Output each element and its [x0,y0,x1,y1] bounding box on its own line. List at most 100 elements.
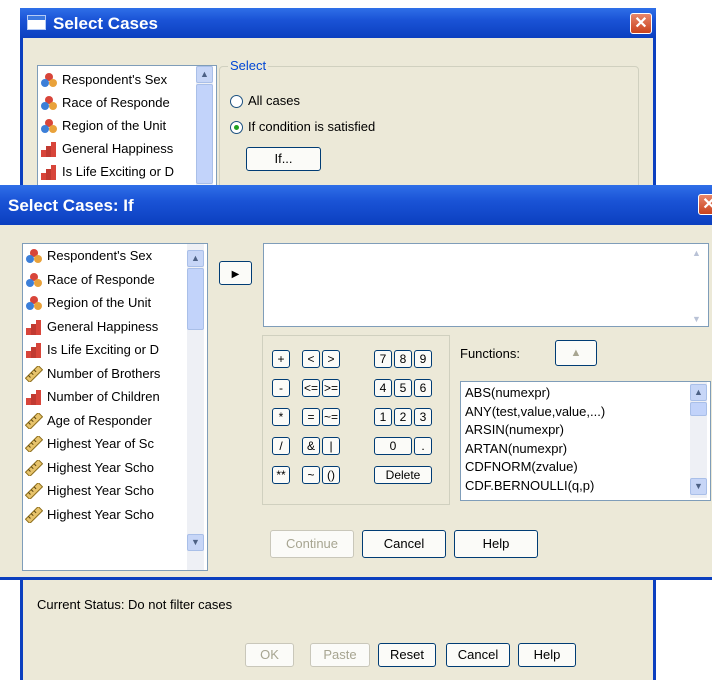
scroll-thumb[interactable] [187,268,204,330]
continue-button[interactable]: Continue [270,530,354,558]
variable-label: Is Life Exciting or D [62,164,174,179]
expression-scrollbar[interactable]: ▲ ▼ [690,248,706,324]
function-item[interactable]: CDF.BERNOULLI(q,p) [465,478,594,493]
keypad-key[interactable]: 3 [414,408,432,426]
keypad-key[interactable]: 4 [374,379,392,397]
variable-label: Highest Year Scho [47,459,154,475]
keypad-key[interactable]: ~= [322,408,340,426]
paste-button[interactable]: Paste [310,643,370,667]
scroll-thumb[interactable] [196,84,213,184]
keypad-key[interactable]: 2 [394,408,412,426]
radio-if-label: If condition is satisfied [248,119,376,134]
if-button[interactable]: If... [246,147,321,171]
if-variable-list-scrollbar[interactable]: ▲ ▼ [187,244,204,570]
variable-list-scrollbar[interactable]: ▲ [196,66,213,198]
nominal-icon [25,272,43,288]
keypad-key[interactable]: ** [272,466,290,484]
if-variable-list[interactable]: Respondent's Sex Race of Responde Region o… [22,243,208,571]
keypad-key[interactable]: = [302,408,320,426]
keypad-key[interactable]: > [322,350,340,368]
if-dialog-title: Select Cases: If [8,196,134,215]
keypad-key[interactable]: | [322,437,340,455]
ordinal-icon [25,342,43,358]
variable-label: General Happiness [47,318,159,334]
function-insert-button[interactable]: ▲ [555,340,597,366]
variable-list[interactable]: Respondent's Sex Race of Responde Region o… [37,65,217,199]
radio-all-icon[interactable] [230,95,243,108]
keypad-key[interactable]: 9 [414,350,432,368]
scroll-thumb[interactable] [690,402,707,416]
ordinal-icon [25,389,43,405]
keypad-key[interactable]: 5 [394,379,412,397]
keypad-key[interactable]: () [322,466,340,484]
keypad-key[interactable]: 8 [394,350,412,368]
nominal-icon [40,118,58,134]
select-group-label: Select [228,58,269,73]
help-button[interactable]: Help [518,643,576,667]
scale-icon [24,458,44,477]
if-help-button[interactable]: Help [454,530,538,558]
function-item[interactable]: ANY(test,value,value,...) [465,404,605,419]
functions-list[interactable]: ABS(numexpr) ANY(test,value,value,...) ARS… [460,381,711,501]
scroll-down-icon[interactable]: ▼ [690,478,707,495]
keypad-key[interactable]: & [302,437,320,455]
scroll-down-icon[interactable]: ▼ [187,534,204,551]
variable-label: Region of the Unit [62,118,167,133]
nominal-icon [25,248,43,264]
scroll-up-icon[interactable]: ▲ [690,384,707,401]
ordinal-icon [25,319,43,335]
keypad-key[interactable]: Delete [374,466,432,484]
keypad-key[interactable]: ~ [302,466,320,484]
variable-label: Respondent's Sex [47,248,153,263]
if-cancel-button[interactable]: Cancel [362,530,446,558]
keypad-key[interactable]: < [302,350,320,368]
variable-label: Number of Children [47,389,160,404]
scroll-up-icon[interactable]: ▲ [187,250,204,267]
current-status: Current Status: Do not filter cases [37,597,233,612]
cancel-button[interactable]: Cancel [446,643,510,667]
scroll-up-icon[interactable]: ▲ [692,248,701,258]
keypad-key[interactable]: >= [322,379,340,397]
function-item[interactable]: ARTAN(numexpr) [465,441,567,456]
keypad-key[interactable]: . [414,437,432,455]
keypad-key[interactable]: 7 [374,350,392,368]
variable-label: Highest Year of Sc [47,436,154,451]
variable-label: Race of Responde [47,271,155,287]
keypad-key[interactable]: / [272,437,290,455]
scale-icon [24,434,44,454]
function-item[interactable]: CDFNORM(zvalue) [465,459,578,474]
keypad-key[interactable]: 6 [414,379,432,397]
variable-label: Highest Year Scho [47,506,154,522]
function-item[interactable]: ABS(numexpr) [465,385,550,400]
keypad-key[interactable]: 1 [374,408,392,426]
nominal-icon [25,295,43,311]
ok-button[interactable]: OK [245,643,294,667]
variable-label: Respondent's Sex [62,72,168,87]
reset-button[interactable]: Reset [378,643,436,667]
keypad: + < >7 8 9 - <= >= 4 5 6 * = ~= 1 2 3 /& | 0. ** ~() Delete [262,335,450,505]
keypad-key[interactable]: * [272,408,290,426]
scale-icon [24,364,44,383]
scale-icon [24,481,44,501]
close-button[interactable]: ✕ [630,13,652,34]
scroll-up-icon[interactable]: ▲ [196,66,213,83]
variable-label: Number of Brothers [47,365,161,381]
keypad-key[interactable]: 0 [374,437,412,455]
nominal-icon [40,95,58,111]
keypad-key[interactable]: <= [302,379,320,397]
variable-label: Region of the Unit [47,295,152,310]
function-item[interactable]: ARSIN(numexpr) [465,422,564,437]
keypad-key[interactable]: + [272,350,290,368]
select-cases-titlebar[interactable]: Select Cases ✕ [20,8,656,38]
keypad-key[interactable]: - [272,379,290,397]
up-arrow-icon: ▲ [570,347,582,359]
if-close-button[interactable]: ✕ [698,194,712,215]
if-dialog-titlebar[interactable]: Select Cases: If ✕ [0,185,712,225]
scale-icon [24,411,44,430]
move-variable-button[interactable]: ▶ [219,261,252,285]
functions-scrollbar[interactable]: ▲ ▼ [690,382,707,498]
expression-box[interactable]: ▲ ▼ [263,243,709,327]
radio-if-icon[interactable] [230,121,243,134]
scroll-down-icon[interactable]: ▼ [692,314,701,324]
variable-label: Age of Responder [47,412,152,428]
